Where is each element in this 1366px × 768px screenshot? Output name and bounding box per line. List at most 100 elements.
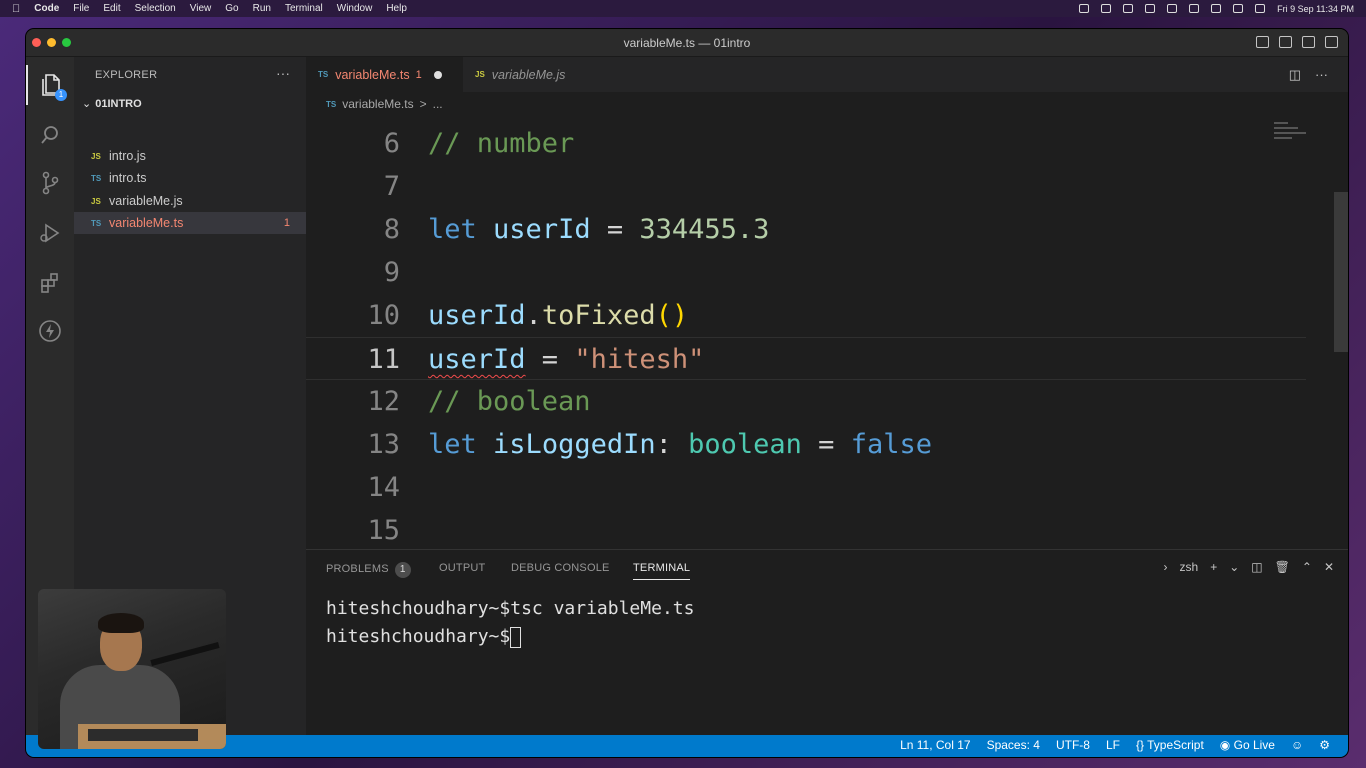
tab-debug-console[interactable]: DEBUG CONSOLE (511, 562, 610, 574)
bottom-panel: PROBLEMS 1 OUTPUT DEBUG CONSOLE TERMINAL … (306, 549, 1348, 735)
microphone-arm (150, 642, 220, 666)
toggle-secondary-sidebar-icon[interactable] (1302, 36, 1315, 48)
file-intro-js[interactable]: JS intro.js (74, 145, 306, 167)
menubar-clock[interactable]: Fri 9 Sep 11:34 PM (1277, 4, 1354, 14)
file-variableme-ts[interactable]: TS variableMe.ts 1 (74, 212, 306, 234)
layout-controls (1256, 36, 1338, 48)
encoding[interactable]: UTF-8 (1056, 738, 1090, 752)
code-text: let userId = 334455.3 (428, 208, 769, 251)
dropbox-icon[interactable] (1145, 4, 1156, 13)
tray-app-icon[interactable] (1123, 4, 1134, 13)
split-editor-icon[interactable]: ◫ (1289, 67, 1301, 83)
code-line-current: 11 userId = "hitesh" (306, 337, 1306, 380)
operator-token: = (801, 429, 851, 460)
maximize-panel-icon[interactable]: ⌃ (1302, 560, 1312, 574)
close-panel-icon[interactable]: ✕ (1324, 560, 1334, 574)
tab-label: variableMe.js (491, 67, 566, 82)
tray-app-icon[interactable] (1101, 4, 1112, 13)
breadcrumb: TS variableMe.ts > ... (326, 97, 443, 111)
toggle-sidebar-icon[interactable] (1256, 36, 1269, 48)
menu-app[interactable]: Code (34, 3, 59, 14)
control-center-icon[interactable] (1255, 4, 1266, 13)
editor-actions: ◫ ··· (1289, 67, 1328, 83)
breadcrumb-file[interactable]: variableMe.ts (342, 97, 413, 111)
tab-output[interactable]: OUTPUT (439, 562, 485, 574)
menu-help[interactable]: Help (386, 3, 407, 14)
terminal-prompt-line[interactable]: hiteshchoudhary~$ (326, 626, 522, 648)
code-line: 10 userId.toFixed() (306, 294, 1306, 337)
tab-label: PROBLEMS (326, 563, 389, 575)
broadcast-icon: ◉ (1219, 738, 1234, 752)
minimap[interactable] (1274, 119, 1334, 159)
tab-terminal[interactable]: TERMINAL (633, 562, 691, 580)
js-file-icon: JS (91, 151, 101, 161)
folder-01intro[interactable]: ⌄ 01INTRO (82, 97, 142, 110)
go-live-label: Go Live (1233, 738, 1275, 752)
indentation[interactable]: Spaces: 4 (987, 738, 1040, 752)
menu-view[interactable]: View (190, 3, 212, 14)
notifications-bell-icon[interactable]: ⚙ (1319, 738, 1330, 752)
file-label: intro.ts (109, 171, 147, 185)
new-terminal-icon[interactable]: + (1210, 560, 1217, 574)
variable-token: userId (493, 214, 591, 245)
error-variable-token[interactable]: userId (428, 344, 526, 375)
breadcrumb-symbol[interactable]: ... (433, 97, 443, 111)
line-number: 6 (383, 128, 400, 159)
tab-variableme-ts[interactable]: TS variableMe.ts 1 (306, 57, 463, 92)
ts-file-icon: TS (318, 70, 329, 79)
ts-file-icon: TS (91, 218, 102, 228)
menu-terminal[interactable]: Terminal (285, 3, 323, 14)
source-control-activity-icon[interactable] (26, 163, 74, 203)
end-of-line[interactable]: LF (1106, 738, 1120, 752)
vertical-scrollbar[interactable] (1334, 192, 1348, 352)
tab-problems[interactable]: PROBLEMS 1 (326, 562, 411, 578)
bluetooth-icon[interactable] (1189, 4, 1200, 13)
feedback-icon[interactable]: ☺ (1291, 738, 1303, 752)
run-debug-activity-icon[interactable] (26, 213, 74, 253)
split-terminal-icon[interactable]: ◫ (1251, 560, 1262, 574)
chevron-down-icon[interactable]: ⌄ (1229, 560, 1239, 574)
explorer-activity-icon[interactable]: 1 (26, 65, 74, 105)
thunder-client-activity-icon[interactable] (26, 311, 74, 351)
toggle-panel-icon[interactable] (1279, 36, 1292, 48)
menu-selection[interactable]: Selection (135, 3, 176, 14)
search-activity-icon[interactable] (26, 115, 74, 155)
go-live-button[interactable]: ◉ Go Live (1220, 738, 1275, 752)
code-line: 6 // number (306, 122, 1306, 165)
language-mode[interactable]: {} TypeScript (1136, 738, 1204, 752)
customize-layout-icon[interactable] (1325, 36, 1338, 48)
file-variableme-js[interactable]: JS variableMe.js (74, 190, 306, 212)
tab-variableme-js[interactable]: JS variableMe.js (463, 57, 605, 92)
trash-icon[interactable]: 🗑 (1275, 560, 1290, 574)
tray-app-icon[interactable] (1079, 4, 1090, 13)
spotlight-search-icon[interactable] (1233, 4, 1244, 13)
code-text: // boolean (428, 386, 591, 417)
more-actions-icon[interactable]: ··· (1315, 67, 1328, 83)
problems-count-badge: 1 (394, 562, 411, 578)
menu-edit[interactable]: Edit (103, 3, 120, 14)
menu-go[interactable]: Go (225, 3, 238, 14)
cursor-position[interactable]: Ln 11, Col 17 (900, 738, 971, 752)
menubar-status-icons: Fri 9 Sep 11:34 PM (1079, 0, 1354, 17)
extensions-activity-icon[interactable] (26, 263, 74, 303)
line-number: 7 (383, 171, 400, 202)
terminal-shell-label[interactable]: zsh (1180, 560, 1199, 574)
operator-token: = (525, 344, 575, 375)
menu-window[interactable]: Window (337, 3, 373, 14)
title-bar: variableMe.ts — 01intro (26, 29, 1348, 57)
code-line: 7 (306, 165, 1306, 208)
js-file-icon: JS (475, 70, 485, 79)
menu-run[interactable]: Run (253, 3, 271, 14)
wifi-icon[interactable] (1211, 4, 1222, 13)
extensions-icon (41, 273, 58, 293)
code-editor[interactable]: 6 // number 7 8 let userId = 334455.3 9 10… (306, 119, 1306, 549)
code-text: userId.toFixed() (428, 294, 688, 337)
unsaved-dot-icon[interactable] (433, 70, 442, 79)
file-intro-ts[interactable]: TS intro.ts (74, 167, 306, 189)
explorer-more-actions-button[interactable]: ··· (276, 65, 290, 81)
paren-token: () (655, 300, 689, 331)
apple-menu-icon[interactable]:  (12, 3, 20, 15)
tray-app-icon[interactable] (1167, 4, 1178, 13)
line-number: 8 (383, 214, 400, 245)
menu-file[interactable]: File (73, 3, 89, 14)
